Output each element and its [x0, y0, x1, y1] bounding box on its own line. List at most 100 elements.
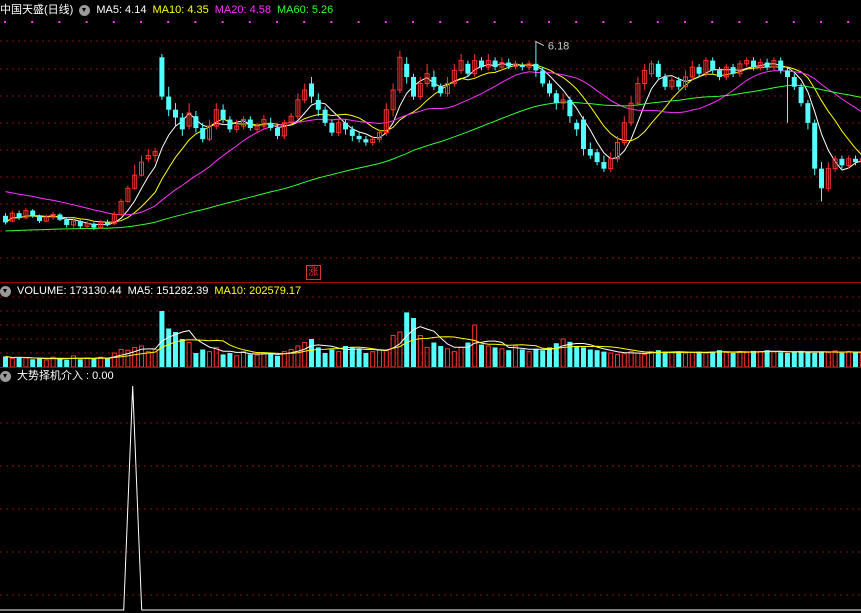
indicator-line — [0, 385, 861, 611]
candle-body — [220, 109, 226, 120]
limit-up-badge[interactable]: 涨 — [306, 265, 321, 280]
marker-dot — [493, 21, 496, 23]
candle-up — [649, 60, 654, 77]
ma60-line — [5, 84, 861, 232]
candle-down — [696, 63, 702, 77]
volume-bar — [105, 357, 110, 367]
ma20-label: MA20: 4.58 — [214, 4, 271, 16]
volume-bar — [315, 347, 321, 367]
candle-up — [118, 198, 124, 216]
marker-dot — [656, 21, 659, 23]
marker-dot — [58, 21, 61, 23]
candle-body — [57, 214, 63, 220]
candle-body — [438, 86, 444, 94]
marker-dot — [684, 21, 686, 23]
candle-down — [363, 135, 369, 146]
volume-bar — [30, 359, 36, 367]
candle-body — [30, 210, 36, 216]
chevron-down-icon[interactable] — [0, 285, 11, 297]
candle-body — [166, 96, 172, 110]
marker-dot — [221, 21, 224, 23]
candle-up — [689, 60, 695, 81]
candle-body — [91, 223, 97, 228]
candle-down — [812, 119, 818, 176]
chevron-down-icon[interactable] — [79, 4, 91, 16]
candle-body — [179, 117, 185, 130]
volume-bar — [533, 348, 539, 367]
candle-body — [268, 122, 274, 129]
candle-up — [302, 83, 308, 104]
volume-bar — [64, 360, 70, 367]
candle-body — [594, 152, 600, 163]
ma10-label: MA10: 4.35 — [152, 4, 209, 16]
marker-dot — [792, 21, 795, 23]
volume-bar — [3, 356, 8, 367]
candle-down — [785, 67, 790, 123]
volume-bar — [785, 353, 790, 367]
volume-bar — [615, 353, 620, 367]
candle-body — [343, 122, 348, 130]
stock-title[interactable]: 中国天盛(日线) — [0, 3, 73, 17]
candle-body — [839, 158, 845, 166]
candle-body — [533, 63, 539, 71]
candle-up — [125, 185, 131, 203]
candle-up — [642, 63, 648, 91]
volume-bar — [275, 355, 280, 367]
volume-bar — [513, 345, 518, 367]
volume-bar — [703, 352, 709, 367]
candle-up — [377, 129, 382, 143]
candle-up — [213, 103, 219, 130]
candle-body — [492, 60, 498, 68]
volume-bar — [186, 342, 192, 367]
volume-bar — [377, 349, 382, 367]
candlestick-chart[interactable]: 6.18 — [0, 0, 861, 282]
indicator-chart-panel[interactable]: 大势择机介入 : 0.00 — [0, 368, 861, 613]
price-chart-panel[interactable]: 中国天盛(日线) MA5: 4.14 MA10: 4.35 MA20: 4.58… — [0, 0, 861, 282]
volume-bar — [764, 350, 770, 367]
marker-dot — [384, 21, 387, 23]
candle-body — [791, 76, 797, 87]
marker-dot — [194, 21, 197, 23]
candle-up — [669, 76, 675, 91]
volume-bar — [213, 346, 219, 367]
high-marker-arrow — [535, 40, 545, 46]
marker-dot — [629, 21, 632, 23]
candle-body — [764, 62, 770, 68]
candle-body — [159, 57, 165, 97]
candle-down — [3, 213, 8, 225]
volume-bar — [730, 353, 736, 367]
candle-down — [431, 70, 437, 91]
volume-bar — [207, 351, 212, 367]
candle-down — [839, 155, 845, 169]
candle-up — [9, 210, 15, 223]
marker-dot — [711, 21, 714, 23]
volume-bar — [519, 349, 525, 367]
candle-down — [227, 116, 233, 133]
candle-body — [696, 67, 702, 74]
volume-bar — [370, 351, 376, 367]
volume-bar — [445, 348, 450, 367]
candle-body — [676, 80, 682, 87]
candle-up — [472, 54, 478, 77]
indicator-line-chart[interactable] — [0, 368, 861, 613]
candle-down — [309, 76, 314, 104]
marker-dot — [738, 21, 741, 23]
candle-body — [77, 221, 83, 227]
volume-legend: VOLUME: 173130.44 MA5: 151282.39 MA10: 2… — [0, 284, 301, 298]
candle-down — [356, 132, 362, 143]
candle-down — [179, 112, 185, 136]
candle-down — [587, 142, 593, 159]
candle-body — [717, 70, 722, 77]
marker-dot — [357, 21, 360, 23]
volume-bar — [349, 347, 355, 367]
volume-bar — [261, 352, 267, 367]
candle-down — [166, 86, 172, 117]
candle-up — [635, 76, 641, 107]
volume-chart-panel[interactable]: VOLUME: 173130.44 MA5: 151282.39 MA10: 2… — [0, 283, 861, 367]
candle-down — [574, 119, 580, 136]
marker-dot — [765, 21, 768, 23]
volume-bar — [669, 351, 675, 367]
volume-bar — [200, 349, 206, 367]
chevron-down-icon[interactable] — [0, 370, 11, 382]
volume-bar — [84, 357, 90, 367]
